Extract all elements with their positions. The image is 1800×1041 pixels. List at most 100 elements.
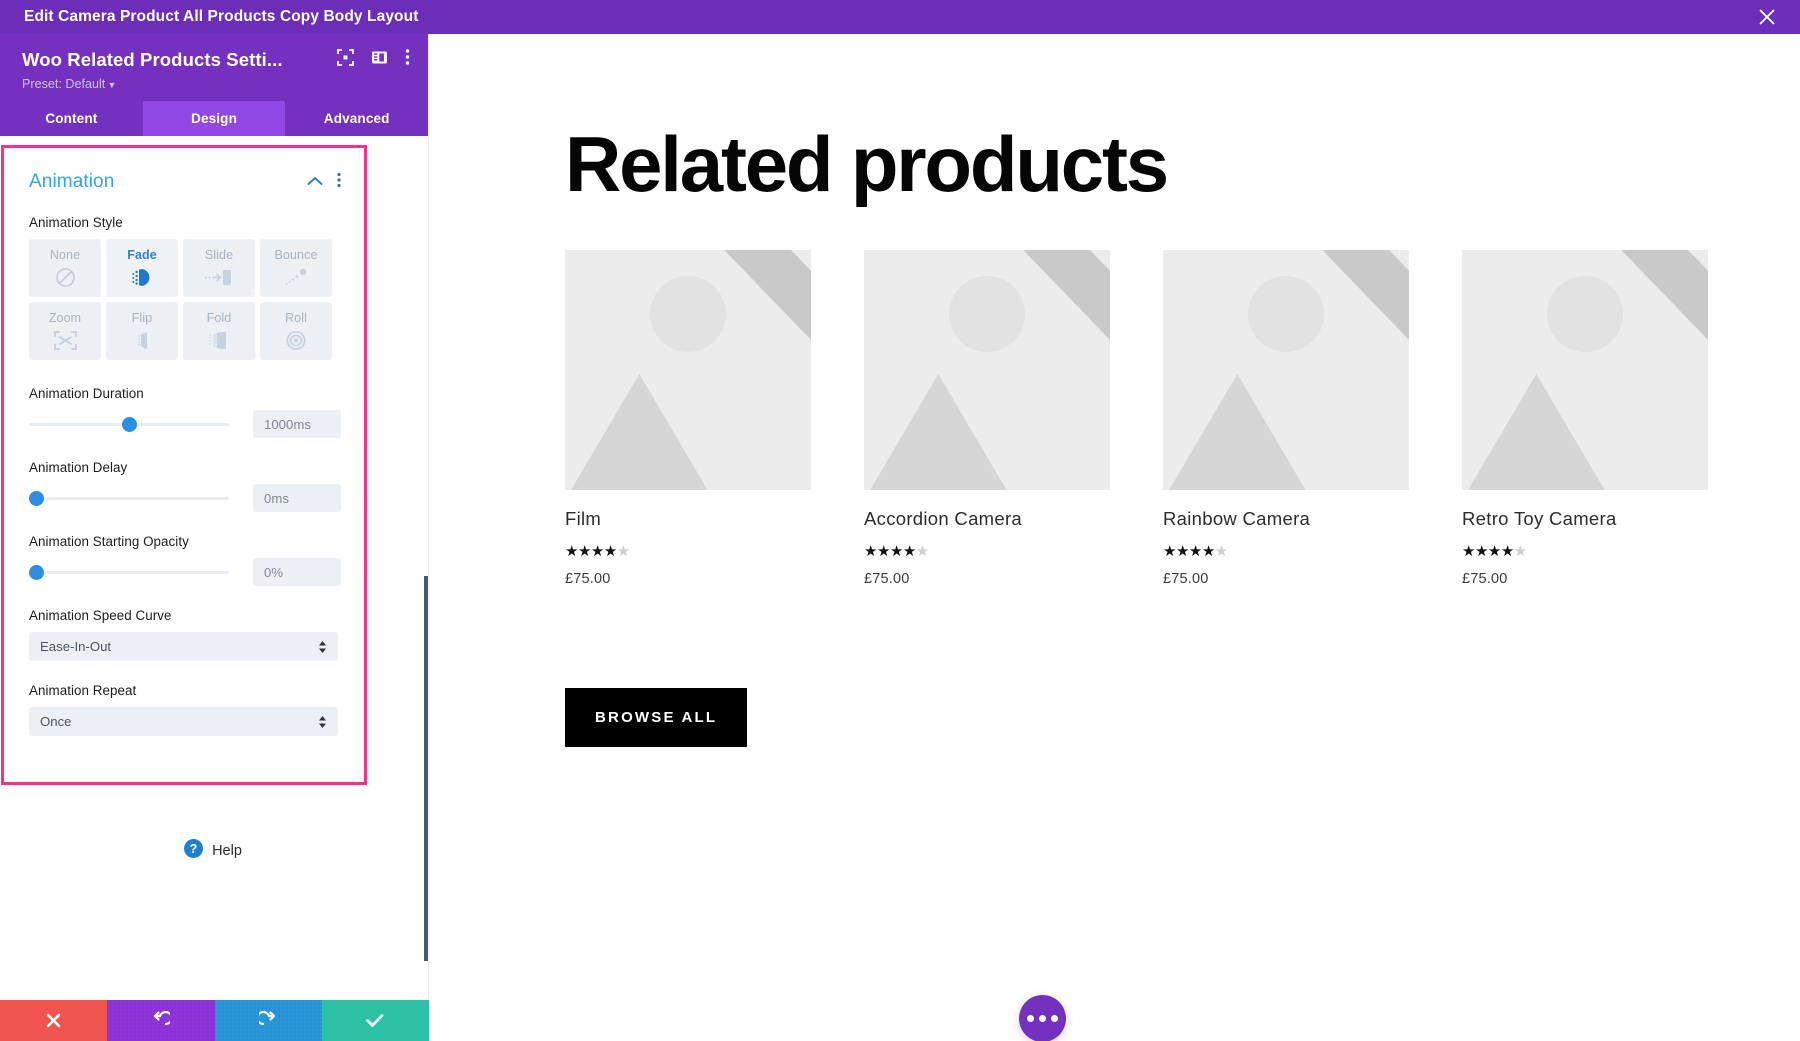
tab-design[interactable]: Design: [142, 101, 286, 136]
animation-style-fold[interactable]: Fold: [183, 302, 255, 360]
slider-thumb[interactable]: [122, 417, 137, 432]
undo-icon: [154, 1011, 171, 1026]
panel-action-bar: [0, 1000, 429, 1041]
ellipsis-icon: [1051, 1015, 1058, 1022]
animation-repeat-select[interactable]: Once: [29, 707, 338, 736]
tab-content[interactable]: Content: [0, 101, 143, 136]
browse-all-button[interactable]: BROWSE ALL: [565, 688, 748, 747]
ellipsis-icon: [1039, 1015, 1046, 1022]
slider-track: [29, 497, 229, 500]
animation-delay-row: 0ms: [29, 484, 341, 512]
product-price: £75.00: [1163, 571, 1209, 587]
animation-style-label-zoom: Zoom: [48, 311, 82, 325]
tab-advanced[interactable]: Advanced: [285, 101, 428, 136]
preset-selector[interactable]: Preset: Default ▼: [22, 77, 410, 91]
panel-body: Animation Animation Style None Fade Slid…: [0, 136, 428, 1000]
product-price: £75.00: [1462, 571, 1508, 587]
product-image-placeholder: [565, 250, 811, 490]
animation-starting-opacity-input[interactable]: 0%: [253, 558, 341, 586]
save-button[interactable]: [321, 1000, 429, 1041]
fold-icon: [207, 329, 231, 351]
panel-header: Woo Related Products Setti... Preset: De…: [0, 34, 428, 101]
fullscreen-icon[interactable]: [337, 48, 354, 71]
product-image-placeholder: [1462, 250, 1708, 490]
product-image-placeholder: [1163, 250, 1409, 490]
animation-duration-row: 1000ms: [29, 410, 341, 438]
animation-section: Animation Animation Style None Fade Slid…: [29, 171, 341, 859]
layout-columns-icon[interactable]: [371, 49, 388, 71]
product-name: Retro Toy Camera: [1462, 508, 1617, 529]
page-title: Related products: [565, 120, 1169, 208]
animation-duration-label: Animation Duration: [29, 386, 144, 401]
placeholder-circle-icon: [1547, 276, 1623, 352]
panel-title: Woo Related Products Setti...: [22, 48, 283, 70]
product-card[interactable]: Retro Toy Camera ★★★★★ £75.00: [1462, 250, 1708, 587]
section-title: Animation: [29, 171, 115, 192]
redo-button[interactable]: [214, 1000, 322, 1041]
panel-tabs: Content Design Advanced: [0, 101, 428, 136]
product-card[interactable]: Film ★★★★★ £75.00: [565, 250, 811, 587]
slider-thumb[interactable]: [29, 491, 44, 506]
animation-duration-input[interactable]: 1000ms: [253, 410, 341, 438]
product-name: Rainbow Camera: [1163, 508, 1311, 529]
slider-thumb[interactable]: [29, 565, 44, 580]
close-icon[interactable]: [1756, 6, 1778, 28]
help-icon: ?: [184, 839, 204, 863]
chevron-up-icon[interactable]: [307, 173, 323, 191]
check-icon: [366, 1014, 384, 1027]
product-card[interactable]: Rainbow Camera ★★★★★ £75.00: [1163, 250, 1409, 587]
roll-icon: [285, 329, 307, 351]
product-price: £75.00: [864, 571, 910, 587]
animation-style-bounce[interactable]: Bounce: [260, 239, 332, 297]
help-button[interactable]: ? Help: [29, 839, 397, 863]
app-screen: Edit Camera Product All Products Copy Bo…: [0, 0, 1800, 1041]
kebab-menu-icon[interactable]: [405, 48, 410, 71]
animation-style-slide[interactable]: Slide: [183, 239, 255, 297]
product-rating: ★★★★★: [1462, 543, 1527, 560]
ellipsis-icon: [1027, 1015, 1034, 1022]
animation-repeat-label: Animation Repeat: [29, 683, 137, 698]
product-grid: Film ★★★★★ £75.00 Accordion Camera ★★★★★…: [565, 250, 1708, 587]
animation-style-label-flip: Flip: [131, 311, 153, 325]
svg-text:?: ?: [190, 842, 198, 856]
animation-delay-input[interactable]: 0ms: [253, 484, 341, 512]
product-price: £75.00: [565, 571, 611, 587]
animation-delay-label: Animation Delay: [29, 460, 128, 475]
undo-button[interactable]: [107, 1000, 215, 1041]
animation-duration-slider[interactable]: [29, 415, 229, 433]
discard-button[interactable]: [0, 1000, 108, 1041]
animation-delay-slider[interactable]: [29, 489, 229, 507]
redo-icon: [258, 1011, 275, 1026]
animation-style-label-bounce: Bounce: [274, 248, 318, 262]
kebab-menu-icon[interactable]: [337, 172, 341, 193]
product-rating: ★★★★★: [1163, 543, 1228, 560]
zoom-icon: [53, 329, 78, 351]
animation-speed-curve-select[interactable]: Ease-In-Out: [29, 632, 338, 661]
animation-style-label-none: None: [49, 248, 81, 262]
animation-style-fade[interactable]: Fade: [106, 239, 178, 297]
animation-starting-opacity-row: 0%: [29, 558, 341, 586]
animation-style-label-fade: Fade: [127, 248, 157, 262]
product-name: Film: [565, 508, 602, 529]
product-card[interactable]: Accordion Camera ★★★★★ £75.00: [864, 250, 1110, 587]
animation-style-none[interactable]: None: [29, 239, 101, 297]
select-arrows-icon: [318, 640, 327, 653]
animation-starting-opacity-slider[interactable]: [29, 563, 229, 581]
animation-speed-curve-label: Animation Speed Curve: [29, 608, 172, 623]
no-entry-icon: [55, 266, 76, 288]
animation-style-label-fold: Fold: [206, 311, 232, 325]
animation-style-roll[interactable]: Roll: [260, 302, 332, 360]
slide-icon: [204, 266, 234, 288]
animation-speed-curve-value: Ease-In-Out: [40, 639, 112, 654]
placeholder-mountain-icon: [864, 374, 1027, 490]
bounce-icon: [282, 266, 310, 288]
top-bar: Edit Camera Product All Products Copy Bo…: [0, 0, 1800, 34]
panel-scrollbar[interactable]: [424, 576, 428, 961]
animation-style-flip[interactable]: Flip: [106, 302, 178, 360]
x-icon: [46, 1013, 61, 1028]
chevron-down-icon: ▼: [107, 80, 117, 90]
animation-repeat-value: Once: [40, 714, 72, 729]
floating-menu-button[interactable]: [1019, 995, 1066, 1041]
animation-style-zoom[interactable]: Zoom: [29, 302, 101, 360]
animation-style-label-slide: Slide: [204, 248, 234, 262]
